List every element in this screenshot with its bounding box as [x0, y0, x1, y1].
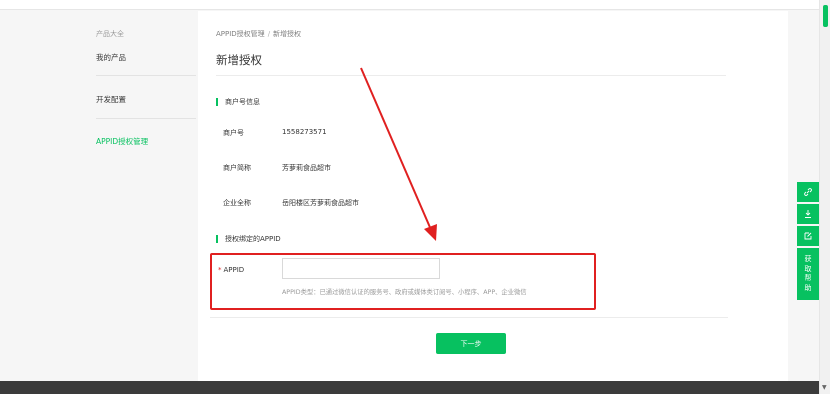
get-help-button[interactable]: 获 取 帮 助 [797, 248, 819, 300]
help-char: 取 [804, 264, 812, 273]
appid-type-tip: APPID类型：已通过微信认证的服务号、政府或媒体类订阅号、小程序、APP、企业… [282, 289, 527, 296]
company-full-name-label: 企业全称 [223, 199, 251, 207]
help-char: 获 [804, 255, 812, 263]
edit-icon[interactable] [797, 226, 819, 246]
top-bar [0, 0, 819, 10]
scroll-down-icon[interactable]: ▼ [822, 384, 827, 391]
footer-bar [0, 381, 819, 394]
appid-label: * APPID [218, 266, 244, 274]
main-panel: APPID授权管理 / 新增授权 新增授权 商户号信息 商户号 1558273571… [198, 11, 788, 381]
breadcrumb-parent-link[interactable]: APPID授权管理 [216, 30, 265, 38]
breadcrumb-separator: / [267, 30, 271, 38]
scrollbar[interactable]: ▼ [819, 0, 830, 394]
float-toolbar: 获 取 帮 助 [797, 182, 819, 300]
binding-section-title: 授权绑定的APPID [216, 235, 281, 243]
breadcrumb: APPID授权管理 / 新增授权 [216, 29, 301, 39]
help-char: 助 [804, 283, 812, 292]
divider [210, 317, 728, 318]
merchant-id-value: 1558273571 [282, 128, 327, 136]
appid-label-text: APPID [223, 266, 245, 274]
merchant-section-title: 商户号信息 [216, 98, 260, 106]
page-title: 新增授权 [216, 53, 262, 67]
required-mark: * [218, 266, 222, 274]
next-step-button[interactable]: 下一步 [436, 333, 506, 354]
sidebar-item-my-products[interactable]: 我的产品 [96, 52, 126, 63]
sidebar-divider [96, 75, 196, 76]
sidebar-divider [96, 118, 196, 119]
download-icon[interactable] [797, 204, 819, 224]
sidebar-section-title: 产品大全 [96, 30, 124, 38]
merchant-id-label: 商户号 [223, 129, 244, 137]
divider [216, 75, 726, 76]
sidebar-item-appid-auth[interactable]: APPID授权管理 [96, 136, 148, 147]
sidebar: 产品大全 我的产品 开发配置 APPID授权管理 [0, 11, 198, 381]
appid-input[interactable] [282, 258, 440, 279]
breadcrumb-current: 新增授权 [273, 30, 302, 38]
sidebar-item-dev-config[interactable]: 开发配置 [96, 94, 126, 105]
merchant-short-name-value: 芳萝莉食品超市 [282, 164, 331, 172]
company-full-name-value: 岳阳楼区芳萝莉食品超市 [282, 199, 359, 207]
merchant-short-name-label: 商户简称 [223, 164, 251, 172]
scrollbar-thumb[interactable] [823, 5, 828, 27]
help-char: 帮 [804, 274, 812, 282]
link-icon[interactable] [797, 182, 819, 202]
